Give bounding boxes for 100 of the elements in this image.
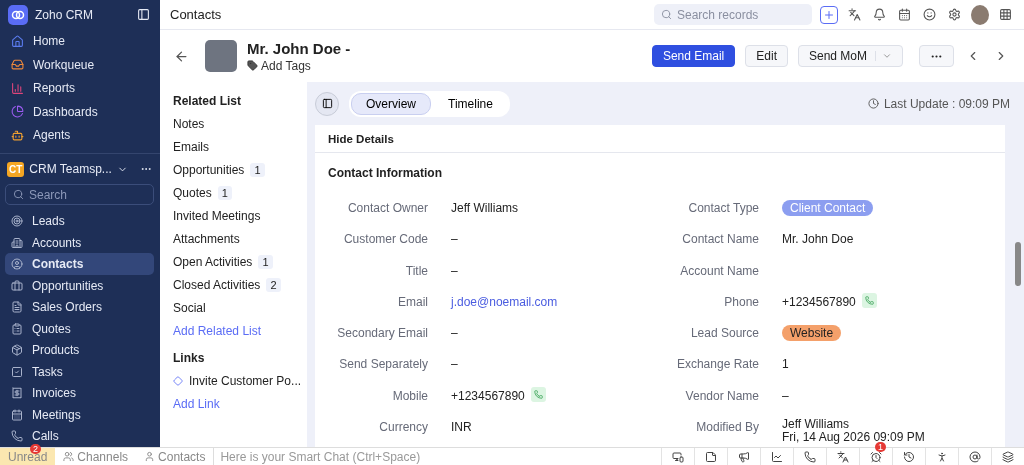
alarm-badge: 1 <box>875 441 886 452</box>
search-icon <box>13 189 24 201</box>
receipt-icon <box>11 387 23 400</box>
briefcase-icon <box>11 279 23 292</box>
field-label: Title <box>404 263 428 278</box>
tag-pill: Website <box>782 325 842 342</box>
tag-icon <box>247 60 258 71</box>
settings-icon[interactable] <box>946 8 963 21</box>
related-item[interactable]: Opportunities <box>173 162 245 177</box>
count-badge: 1 <box>217 185 232 200</box>
translate-icon[interactable] <box>846 8 863 21</box>
module-item[interactable]: Accounts <box>5 232 154 254</box>
module-item[interactable]: Quotes <box>5 318 154 340</box>
action-button[interactable]: Send Email <box>651 45 736 67</box>
field-label: Currency <box>378 420 428 435</box>
smiley-icon[interactable] <box>921 8 938 21</box>
module-item[interactable]: Leads <box>5 210 154 232</box>
action-button[interactable]: Send MoM <box>797 45 903 67</box>
panel-toggle-button[interactable] <box>315 91 339 116</box>
module-item[interactable]: Invoices <box>5 382 154 404</box>
phone-icon <box>804 450 816 463</box>
related-item[interactable]: Social <box>173 300 206 315</box>
related-item[interactable]: Open Activities <box>173 254 253 269</box>
calendar-icon[interactable] <box>896 8 913 21</box>
accessibility-icon <box>936 450 948 463</box>
module-item[interactable]: Contacts <box>5 253 154 275</box>
nav-item[interactable]: Home <box>5 29 154 53</box>
nav-item[interactable]: Workqueue <box>5 53 154 77</box>
user-circle-icon <box>11 258 23 271</box>
field-label: Exchange Rate <box>675 357 759 372</box>
mention-icon <box>969 450 981 463</box>
field-label: Contact Type <box>687 201 759 215</box>
module-item[interactable]: Sales Orders <box>5 296 154 318</box>
pie-chart-icon <box>11 105 24 119</box>
section-title: Contact Information <box>328 166 442 180</box>
add-related-list-link[interactable]: Add Related List <box>173 319 307 342</box>
clock-icon <box>867 98 879 109</box>
field-label: Lead Source <box>689 326 759 341</box>
related-item[interactable]: Closed Activities <box>173 277 261 292</box>
view-tab[interactable]: Timeline <box>433 92 508 115</box>
add-link[interactable]: Add Link <box>173 392 307 415</box>
megaphone-icon <box>738 450 750 463</box>
link-item[interactable]: Invite Customer Po... <box>189 373 302 388</box>
field-label: Phone <box>723 294 759 309</box>
field-label: Secondary Email <box>336 326 428 341</box>
last-update: Last Update : 09:09 PM <box>883 96 1010 111</box>
count-badge: 2 <box>266 277 281 292</box>
search-field[interactable]: Search <box>5 183 154 206</box>
checkbox-icon <box>11 365 23 378</box>
nav-item[interactable]: Agents <box>5 123 154 148</box>
tag-pill: Client Contact <box>782 200 874 216</box>
related-item[interactable]: Attachments <box>173 231 240 246</box>
link-icon <box>173 375 183 386</box>
chat-tab[interactable]: Channels <box>55 447 137 465</box>
module-item[interactable]: Tasks <box>5 361 154 383</box>
panel-icon <box>321 98 333 109</box>
related-item[interactable]: Invited Meetings <box>173 208 261 223</box>
related-item[interactable]: Emails <box>173 139 209 154</box>
scrollbar-thumb[interactable] <box>1015 242 1021 286</box>
field-label: Modified By <box>695 420 759 435</box>
apps-grid-icon[interactable] <box>997 8 1014 21</box>
user-avatar[interactable] <box>971 4 989 25</box>
related-list-title: Related List <box>173 92 242 110</box>
field-label: Vendor Name <box>684 388 759 403</box>
workspace-name[interactable]: CRM Teamsp... <box>29 162 112 177</box>
module-item[interactable]: Products <box>5 339 154 361</box>
chat-tab[interactable]: Contacts <box>136 447 214 465</box>
chat-tab[interactable]: 2 Unread <box>0 447 56 465</box>
bell-icon[interactable] <box>871 8 888 21</box>
field-label: Email <box>397 294 428 309</box>
action-button[interactable]: Edit <box>745 45 788 67</box>
add-tags-link[interactable]: Add Tags <box>247 58 642 73</box>
box-icon <box>11 344 23 357</box>
hide-details-toggle[interactable]: Hide Details <box>328 132 394 145</box>
people-icon <box>63 451 75 462</box>
person-icon <box>144 451 156 462</box>
related-item[interactable]: Quotes <box>173 185 212 200</box>
workspace-badge: CT <box>7 161 25 177</box>
module-item[interactable]: Meetings <box>5 404 154 426</box>
phone-icon <box>11 430 23 443</box>
related-item[interactable]: Notes <box>173 116 205 131</box>
field-label: Customer Code <box>342 232 428 247</box>
robot-icon <box>11 129 24 142</box>
note-icon <box>705 450 717 463</box>
home-icon <box>11 34 24 48</box>
count-badge: 1 <box>258 254 273 269</box>
add-button[interactable] <box>820 5 838 24</box>
view-tab[interactable]: Overview <box>351 92 431 115</box>
photo-placeholder <box>205 40 237 72</box>
field-label: Send Separately <box>338 357 428 372</box>
target-icon <box>11 215 23 228</box>
email-link[interactable]: j.doe@noemail.com <box>451 294 646 309</box>
nav-item[interactable]: Dashboards <box>5 100 154 124</box>
field-value: INR <box>451 420 473 435</box>
module-item[interactable]: Opportunities <box>5 275 154 297</box>
app-name: Zoho CRM <box>35 7 94 22</box>
chart-icon <box>771 450 783 463</box>
field-value: – <box>451 263 459 278</box>
history-icon <box>903 450 915 463</box>
nav-item[interactable]: Reports <box>5 76 154 101</box>
